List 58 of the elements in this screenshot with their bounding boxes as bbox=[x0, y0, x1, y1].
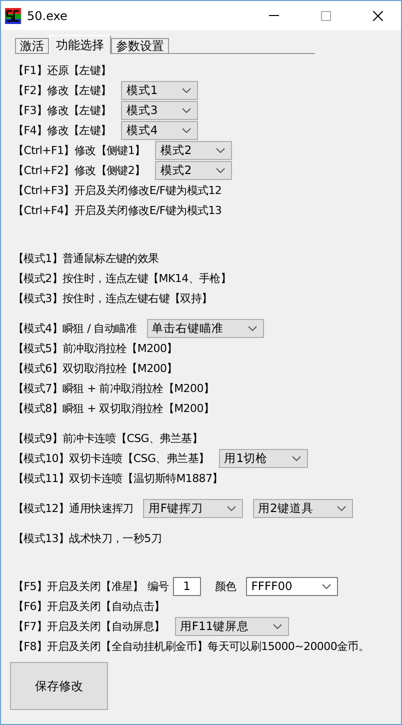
dropdown[interactable]: 模式2 bbox=[155, 140, 232, 160]
option-label: 【F4】修改【左键】 bbox=[13, 122, 112, 138]
tab[interactable]: 功能选择 bbox=[49, 35, 111, 54]
option-label: 【模式13】战术快刀，一秒5刀 bbox=[13, 530, 162, 546]
option-label: 编号 bbox=[147, 578, 169, 594]
chevron-icon bbox=[273, 624, 282, 628]
option-label: 【Ctrl+F4】开启及关闭修改E/F键为模式13 bbox=[13, 202, 222, 218]
chevron-icon bbox=[292, 456, 301, 460]
option-label: 【F3】修改【左键】 bbox=[13, 102, 112, 118]
option-label: 【模式11】双切卡连喷【温切斯特M1887】 bbox=[13, 470, 223, 486]
option-label: 【Ctrl+F1】修改【侧键1】 bbox=[13, 142, 146, 158]
maximize-icon[interactable] bbox=[321, 10, 331, 20]
tab[interactable]: 激活 bbox=[15, 38, 49, 53]
option-label: 【模式4】瞬狙 / 自动瞄准 bbox=[13, 320, 136, 336]
dropdown[interactable]: 单击右键瞄准 bbox=[146, 318, 264, 338]
dropdown[interactable]: 用F键挥刀 bbox=[143, 498, 244, 518]
save-button[interactable]: 保存修改 bbox=[10, 662, 108, 710]
chevron-icon bbox=[182, 128, 191, 132]
dropdown[interactable]: 用F11键屏息 bbox=[174, 616, 290, 636]
option-label: 颜色 bbox=[214, 578, 236, 594]
option-label: 【F2】修改【左键】 bbox=[13, 82, 112, 98]
combo-box[interactable]: FFFF00 bbox=[246, 576, 338, 596]
option-label: 【F5】开启及关闭【准星】 bbox=[13, 578, 144, 594]
chevron-icon bbox=[227, 506, 236, 510]
option-label: 【Ctrl+F3】开启及关闭修改E/F键为模式12 bbox=[13, 182, 222, 198]
dropdown[interactable]: 用2键道具 bbox=[253, 498, 354, 518]
dropdown[interactable]: 模式2 bbox=[155, 160, 232, 180]
option-label: 【F6】开启及关闭【自动点击】 bbox=[13, 598, 165, 614]
dropdown[interactable]: 模式1 bbox=[121, 80, 198, 100]
option-label: 【模式12】通用快速挥刀 bbox=[13, 500, 134, 516]
number-field[interactable]: 1 bbox=[172, 576, 201, 596]
option-label: 【F8】开启及关闭【全自动挂机刷金币】每天可以刷15000~20000金币。 bbox=[13, 638, 370, 654]
option-label: 【F7】开启及关闭【自动屏息】 bbox=[13, 618, 165, 634]
option-label: 【模式6】双切取消拉栓【M200】 bbox=[13, 360, 178, 376]
option-label: 【Ctrl+F2】修改【侧键2】 bbox=[13, 162, 146, 178]
chevron-icon bbox=[216, 148, 225, 152]
chevron-icon bbox=[216, 168, 225, 172]
dropdown[interactable]: 模式3 bbox=[121, 100, 198, 120]
app-icon bbox=[5, 8, 21, 24]
option-label: 【模式2】按住时，连点左键【MK14、手枪】 bbox=[13, 270, 232, 286]
close-icon[interactable] bbox=[373, 10, 383, 20]
option-label: 【模式10】双切卡连喷【CSG、弗兰基】 bbox=[13, 450, 210, 466]
chevron-icon bbox=[182, 108, 191, 112]
chevron-icon bbox=[337, 506, 346, 510]
chevron-icon bbox=[248, 326, 256, 330]
option-label: 【模式1】普通鼠标左键的效果 bbox=[13, 250, 159, 266]
option-label: 【模式5】前冲取消拉栓【M200】 bbox=[13, 340, 178, 356]
dropdown[interactable]: 模式4 bbox=[121, 120, 198, 140]
option-label: 【F1】还原【左键】 bbox=[13, 62, 112, 78]
tab[interactable]: 参数设置 bbox=[111, 38, 169, 53]
chevron-icon bbox=[182, 88, 191, 92]
option-label: 【模式9】前冲卡连喷【CSG、弗兰基】 bbox=[13, 430, 202, 446]
option-label: 【模式3】按住时，连点左键右键【双持】 bbox=[13, 290, 212, 306]
chevron-icon bbox=[322, 584, 332, 588]
option-label: 【模式7】瞬狙 + 前冲取消拉栓【M200】 bbox=[13, 380, 214, 396]
dropdown[interactable]: 用1切枪 bbox=[219, 448, 308, 468]
option-label: 【模式8】瞬狙 + 双切取消拉栓【M200】 bbox=[13, 400, 214, 416]
window-title: 50.exe bbox=[27, 8, 68, 22]
